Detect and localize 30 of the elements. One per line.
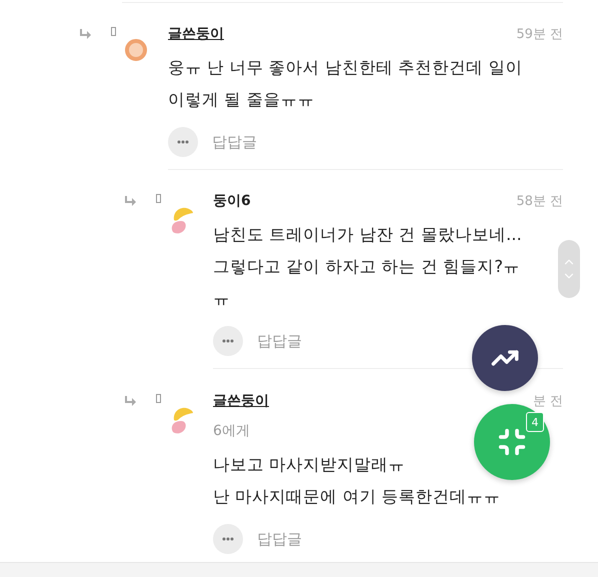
scroll-buttons[interactable]	[558, 240, 580, 298]
more-button[interactable]	[168, 127, 198, 157]
chart-button[interactable]	[472, 325, 538, 391]
more-icon	[222, 339, 234, 343]
more-button[interactable]	[213, 524, 243, 554]
marker-icon	[111, 27, 116, 36]
comment-text: 남친도 트레이너가 남잔 건 몰랐나보네...	[213, 224, 522, 246]
comment-text: 이렇게 될 줄을ㅠㅠ	[168, 89, 314, 111]
comment-text: 나보고 마사지받지말래ㅠ	[213, 454, 406, 476]
author-name[interactable]: 글쓴둥이	[168, 25, 224, 43]
comment-text: 웅ㅠ 난 너무 좋아서 남친한테 추천한건데 일이	[168, 57, 522, 79]
comment-time: 분 전	[532, 393, 563, 410]
comment-text: ㅠ	[213, 288, 230, 310]
comment-text: 난 마사지때문에 여기 등록한건데ㅠㅠ	[213, 486, 501, 508]
more-icon	[177, 140, 189, 144]
author-name[interactable]: 글쓴둥이	[213, 392, 269, 410]
reply-arrow-icon	[78, 29, 92, 41]
reply-arrow-icon	[123, 196, 137, 208]
comment-time: 59분 전	[516, 26, 563, 43]
comment-text: 그렇다고 같이 하자고 하는 건 힘들지?ㅠ	[213, 256, 520, 278]
more-icon	[222, 537, 234, 541]
marker-icon	[156, 394, 161, 403]
collapse-icon	[497, 427, 527, 457]
author-name[interactable]: 둥이6	[213, 192, 251, 210]
marker-icon	[156, 194, 161, 203]
reply-arrow-icon	[123, 396, 137, 408]
count-badge: 4	[526, 412, 544, 432]
comment-time: 58분 전	[516, 193, 563, 210]
more-button[interactable]	[213, 326, 243, 356]
recipient-label: 6에게	[213, 422, 250, 440]
